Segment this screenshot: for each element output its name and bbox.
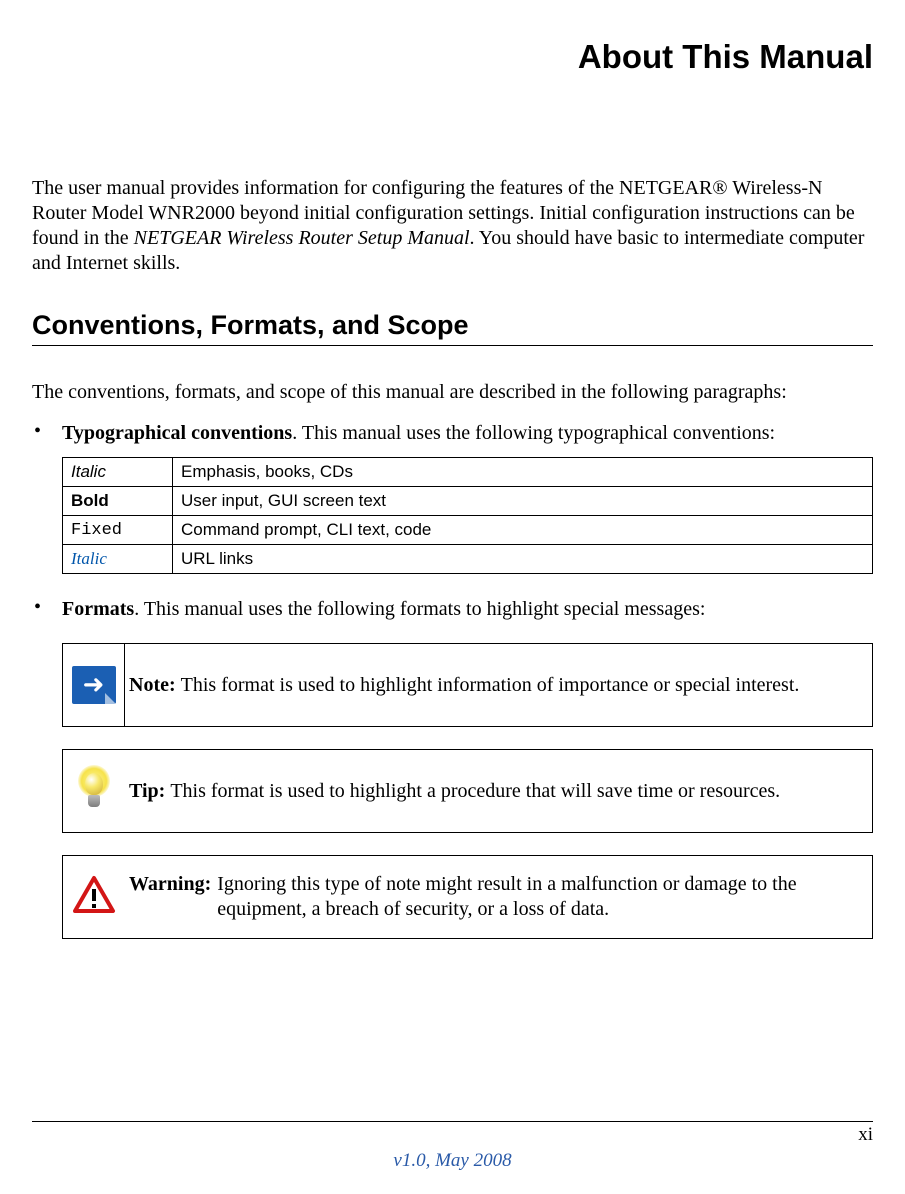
intro-paragraph: The user manual provides information for… bbox=[32, 176, 873, 276]
conv-cell-style: Fixed bbox=[63, 516, 173, 545]
tip-icon-cell bbox=[63, 750, 125, 832]
note-icon-cell bbox=[63, 644, 125, 726]
table-row: Italic Emphasis, books, CDs bbox=[63, 458, 873, 487]
intro-italic-ref: NETGEAR Wireless Router Setup Manual bbox=[134, 227, 470, 249]
warning-label: Warning: bbox=[129, 872, 211, 922]
lightbulb-icon bbox=[72, 765, 116, 817]
warning-triangle-icon bbox=[72, 875, 116, 920]
footer-version: v1.0, May 2008 bbox=[0, 1150, 905, 1172]
conv-cell-desc: Emphasis, books, CDs bbox=[173, 458, 873, 487]
bullet-marker: • bbox=[32, 420, 62, 447]
conv-cell-style: Bold bbox=[63, 487, 173, 516]
table-row: Italic URL links bbox=[63, 545, 873, 574]
section-intro-text: The conventions, formats, and scope of t… bbox=[32, 378, 873, 406]
bullet-formats: • Formats. This manual uses the followin… bbox=[32, 596, 873, 623]
table-row: Fixed Command prompt, CLI text, code bbox=[63, 516, 873, 545]
section-heading-conventions: Conventions, Formats, and Scope bbox=[32, 310, 873, 346]
warning-body: Ignoring this type of note might result … bbox=[211, 872, 862, 922]
bullet-label-typographical: Typographical conventions bbox=[62, 422, 292, 444]
warning-text: Warning: Ignoring this type of note migh… bbox=[125, 862, 872, 932]
tip-callout: Tip: This format is used to highlight a … bbox=[62, 749, 873, 833]
warning-callout: Warning: Ignoring this type of note migh… bbox=[62, 855, 873, 939]
bullet-rest-typographical: . This manual uses the following typogra… bbox=[292, 422, 775, 444]
bullet-marker: • bbox=[32, 596, 62, 623]
conv-cell-desc: URL links bbox=[173, 545, 873, 574]
page-number: xi bbox=[858, 1124, 873, 1146]
note-arrow-icon bbox=[72, 666, 116, 704]
registered-mark: ® bbox=[712, 177, 727, 199]
tip-text: Tip: This format is used to highlight a … bbox=[125, 769, 872, 814]
note-callout: Note: This format is used to highlight i… bbox=[62, 643, 873, 727]
conv-cell-desc: User input, GUI screen text bbox=[173, 487, 873, 516]
note-body: This format is used to highlight informa… bbox=[181, 674, 800, 696]
conv-cell-style: Italic bbox=[63, 458, 173, 487]
intro-text-1: The user manual provides information for… bbox=[32, 177, 712, 199]
bullet-formats-text: Formats. This manual uses the following … bbox=[62, 596, 873, 623]
table-row: Bold User input, GUI screen text bbox=[63, 487, 873, 516]
page-title: About This Manual bbox=[32, 38, 873, 76]
bullet-typographical-text: Typographical conventions. This manual u… bbox=[62, 420, 873, 447]
tip-body: This format is used to highlight a proce… bbox=[170, 780, 780, 802]
conv-cell-style: Italic bbox=[63, 545, 173, 574]
warning-icon-cell bbox=[63, 856, 125, 938]
note-text: Note: This format is used to highlight i… bbox=[125, 663, 872, 708]
tip-label: Tip: bbox=[129, 780, 170, 802]
bullet-rest-formats: . This manual uses the following formats… bbox=[134, 598, 705, 620]
bullet-label-formats: Formats bbox=[62, 598, 134, 620]
note-label: Note: bbox=[129, 674, 181, 696]
bullet-typographical: • Typographical conventions. This manual… bbox=[32, 420, 873, 447]
footer-divider bbox=[32, 1121, 873, 1122]
conv-cell-desc: Command prompt, CLI text, code bbox=[173, 516, 873, 545]
conventions-table: Italic Emphasis, books, CDs Bold User in… bbox=[62, 457, 873, 574]
